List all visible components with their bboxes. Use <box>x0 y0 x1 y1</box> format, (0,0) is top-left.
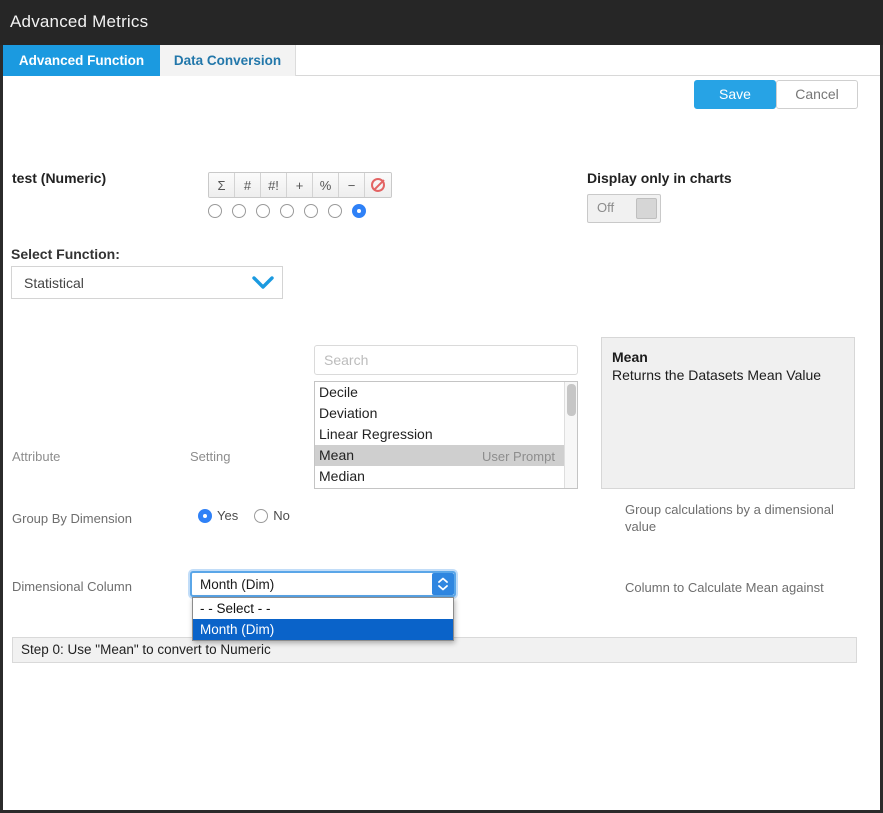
tab-data-conversion[interactable]: Data Conversion <box>160 45 296 76</box>
page-body: Save Cancel test (Numeric) Σ # #! + % − … <box>3 76 880 810</box>
save-button[interactable]: Save <box>694 80 776 109</box>
no-format-icon[interactable] <box>365 173 391 197</box>
row-label-group-by-dimension: Group By Dimension <box>12 511 132 526</box>
column-header-attribute: Attribute <box>12 449 61 464</box>
column-header-user-prompt: User Prompt <box>482 449 555 464</box>
minus-icon[interactable]: − <box>339 173 365 197</box>
dimensional-column-value: Month (Dim) <box>200 577 275 592</box>
format-toolbar: Σ # #! + % − <box>208 172 392 198</box>
advanced-metrics-window: Advanced Metrics Advanced Function Data … <box>0 0 883 813</box>
window-title: Advanced Metrics <box>10 12 149 31</box>
metric-name-label: test (Numeric) <box>12 170 107 186</box>
format-radio-sigma[interactable] <box>208 204 222 218</box>
format-radio-hash[interactable] <box>232 204 246 218</box>
cancel-button[interactable]: Cancel <box>776 80 858 109</box>
format-radio-percent[interactable] <box>304 204 318 218</box>
dimensional-column-options[interactable]: - - Select - - Month (Dim) <box>192 597 454 641</box>
radio-yes[interactable] <box>198 508 212 523</box>
toggle-state-label: Off <box>597 200 615 215</box>
toggle-knob[interactable] <box>636 198 657 219</box>
display-only-in-charts-label: Display only in charts <box>587 170 732 186</box>
tab-bar-filler <box>296 45 880 76</box>
function-description-body: Returns the Datasets Mean Value <box>612 367 822 383</box>
hash-icon[interactable]: # <box>235 173 261 197</box>
step-0-text: Step 0: Use "Mean" to convert to Numeric <box>21 642 271 657</box>
select-function-value: Statistical <box>24 275 84 291</box>
row-prompt-group-by-dimension: Group calculations by a dimensional valu… <box>625 502 834 534</box>
dimensional-column-select[interactable]: Month (Dim) <box>190 571 456 597</box>
chevron-down-icon <box>252 276 274 290</box>
list-item[interactable]: Deviation <box>315 403 577 424</box>
group-by-dimension-radio-group: Yes No <box>198 508 290 523</box>
list-item[interactable]: Linear Regression <box>315 424 577 445</box>
dropdown-option-select[interactable]: - - Select - - <box>193 598 453 619</box>
row-prompt-dimensional-column: Column to Calculate Mean against <box>625 580 824 595</box>
sigma-icon[interactable]: Σ <box>209 173 235 197</box>
list-item[interactable]: Median <box>315 466 577 487</box>
format-radio-hash-bang[interactable] <box>256 204 270 218</box>
row-label-dimensional-column: Dimensional Column <box>12 579 132 594</box>
plus-icon[interactable]: + <box>287 173 313 197</box>
format-radio-plus[interactable] <box>280 204 294 218</box>
radio-no-label: No <box>273 508 290 523</box>
format-radio-no-format[interactable] <box>352 204 366 218</box>
list-item[interactable]: Decile <box>315 382 577 403</box>
chevron-updown-icon[interactable] <box>432 573 454 595</box>
column-header-setting: Setting <box>190 449 231 464</box>
function-description-title: Mean <box>612 349 648 365</box>
search-input[interactable] <box>314 345 578 375</box>
scrollbar-thumb[interactable] <box>567 384 576 416</box>
dropdown-option-month-dim[interactable]: Month (Dim) <box>193 619 453 640</box>
function-list[interactable]: Decile Deviation Linear Regression Mean … <box>314 381 578 489</box>
format-radio-group <box>208 204 376 218</box>
format-radio-minus[interactable] <box>328 204 342 218</box>
radio-no[interactable] <box>254 508 269 523</box>
percent-icon[interactable]: % <box>313 173 339 197</box>
function-description-panel: Mean Returns the Datasets Mean Value <box>601 337 855 489</box>
display-only-in-charts-toggle[interactable]: Off <box>587 194 661 223</box>
radio-yes-label: Yes <box>217 508 239 523</box>
tab-bar: Advanced Function Data Conversion <box>3 45 880 76</box>
tab-advanced-function[interactable]: Advanced Function <box>3 45 160 76</box>
function-list-scrollbar[interactable] <box>564 382 577 488</box>
select-function-dropdown[interactable]: Statistical <box>11 266 283 299</box>
select-function-label: Select Function: <box>11 246 120 262</box>
hash-bang-icon[interactable]: #! <box>261 173 287 197</box>
window-titlebar: Advanced Metrics <box>0 0 883 45</box>
